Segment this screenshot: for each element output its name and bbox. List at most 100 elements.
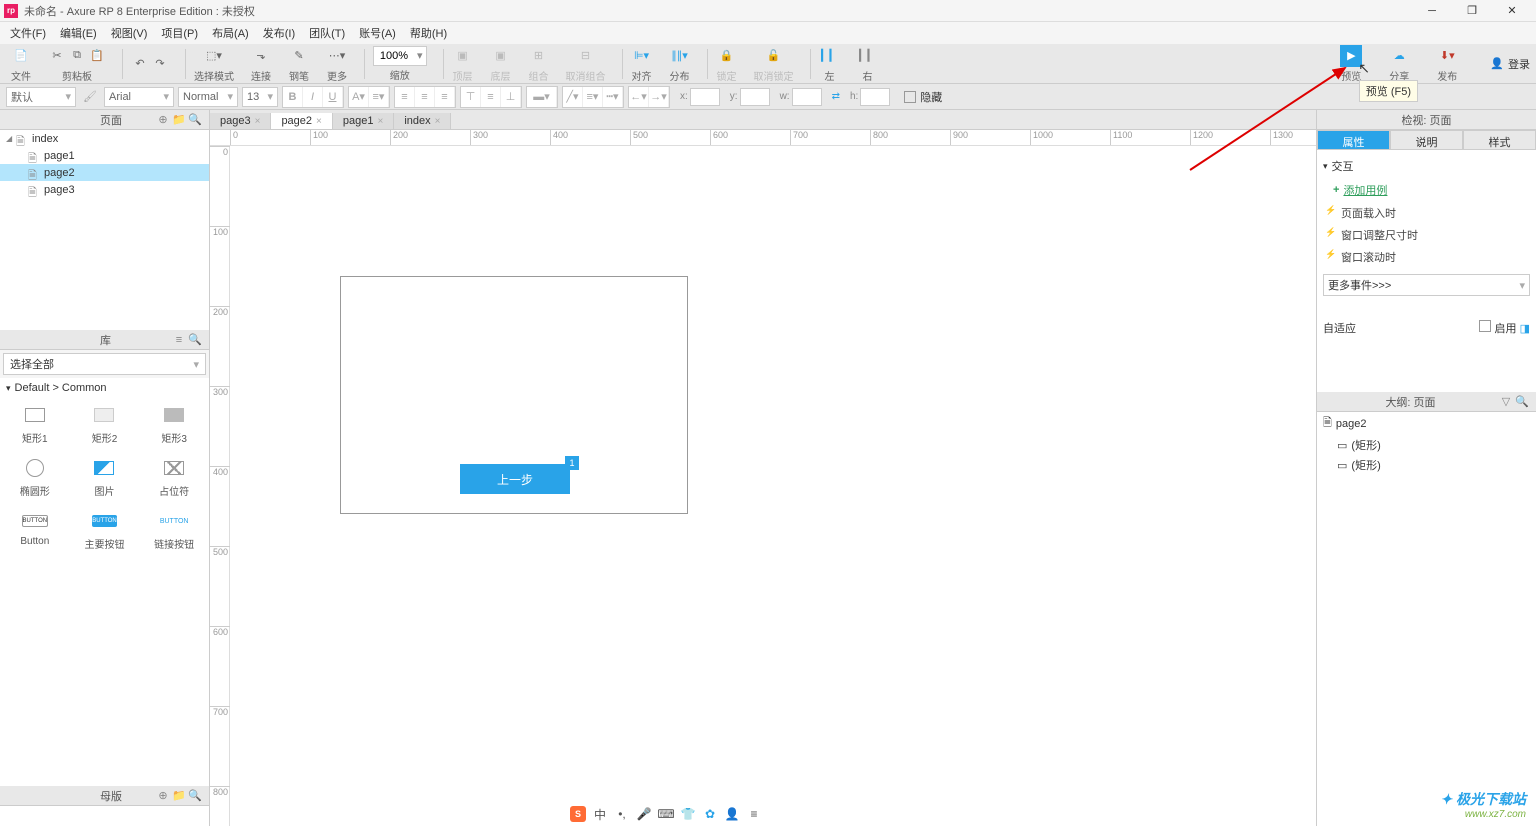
add-folder-icon[interactable]: 📁 [171, 112, 187, 128]
menu-project[interactable]: 项目(P) [157, 23, 202, 43]
tab-style[interactable]: 样式 [1463, 130, 1536, 150]
x-input[interactable] [690, 88, 720, 106]
file-icon[interactable]: 📄 [10, 45, 32, 67]
front-icon[interactable]: ▣ [452, 45, 474, 67]
h-input[interactable] [860, 88, 890, 106]
library-select[interactable]: 选择全部▾ [3, 353, 206, 375]
lib-rect2[interactable]: 矩形2 [70, 398, 140, 451]
close-button[interactable]: ✕ [1492, 0, 1532, 22]
halign-right-icon[interactable]: ≡ [435, 87, 455, 107]
menu-publish[interactable]: 发布(I) [259, 23, 299, 43]
paint-icon[interactable]: 🖌 [80, 87, 100, 107]
menu-view[interactable]: 视图(V) [107, 23, 152, 43]
tab-page2[interactable]: page2× [271, 113, 332, 129]
select-mode-icon[interactable]: ⬚▾ [203, 45, 225, 67]
canvas-button[interactable]: 上一步 [460, 464, 570, 494]
underline-icon[interactable]: U [323, 87, 343, 107]
outline-search-icon[interactable]: 🔍 [1514, 394, 1530, 410]
back-icon[interactable]: ▣ [490, 45, 512, 67]
group-icon[interactable]: ⊞ [528, 45, 550, 67]
lib-rect3[interactable]: 矩形3 [139, 398, 209, 451]
italic-icon[interactable]: I [303, 87, 323, 107]
library-category[interactable]: ▾Default > Common [0, 378, 209, 398]
event-resize[interactable]: 窗口调整尺寸时 [1323, 224, 1530, 246]
unlock-icon[interactable]: 🔓 [763, 45, 785, 67]
master-folder-icon[interactable]: 📁 [171, 788, 187, 804]
tab-properties[interactable]: 属性 [1317, 130, 1390, 150]
tree-page1[interactable]: 🗎page1 [0, 147, 209, 164]
weight-select[interactable]: Normal▾ [178, 87, 238, 107]
align-right-icon[interactable]: ▎▎ [857, 45, 879, 67]
w-input[interactable] [792, 88, 822, 106]
event-pageload[interactable]: 页面载入时 [1323, 202, 1530, 224]
lib-ellipse[interactable]: 椭圆形 [0, 451, 70, 504]
tab-page1[interactable]: page1× [333, 113, 394, 129]
tab-notes[interactable]: 说明 [1390, 130, 1463, 150]
tab-page3[interactable]: page3× [210, 113, 271, 129]
tree-page2[interactable]: 🗎page2 [0, 164, 209, 181]
outline-root[interactable]: 🗎page2 [1317, 412, 1536, 435]
tab-index[interactable]: index× [394, 113, 451, 129]
valign-mid-icon[interactable]: ≡ [481, 87, 501, 107]
align-left-icon[interactable]: ▎▎ [819, 45, 841, 67]
fill-icon[interactable]: ▬▾ [527, 87, 557, 107]
valign-top-icon[interactable]: ⊤ [461, 87, 481, 107]
copy-icon[interactable]: ⧉ [68, 47, 86, 65]
menu-layout[interactable]: 布局(A) [208, 23, 253, 43]
maximize-button[interactable]: ❐ [1452, 0, 1492, 22]
bold-icon[interactable]: B [283, 87, 303, 107]
outline-rect1[interactable]: ▭(矩形) [1317, 435, 1536, 455]
lineweight-icon[interactable]: ≡▾ [583, 87, 603, 107]
more-icon[interactable]: ⋯▾ [326, 45, 348, 67]
y-input[interactable] [740, 88, 770, 106]
master-search-icon[interactable]: 🔍 [187, 788, 203, 804]
adaptive-settings-icon[interactable]: ◨ [1520, 323, 1530, 335]
menu-help[interactable]: 帮助(H) [406, 23, 451, 43]
enable-checkbox[interactable] [1479, 320, 1491, 332]
halign-left-icon[interactable]: ≡ [395, 87, 415, 107]
lib-placeholder[interactable]: 占位符 [139, 451, 209, 504]
preview-button[interactable]: ▶ [1340, 45, 1362, 67]
style-select[interactable]: 默认▾ [6, 87, 76, 107]
arrow-end-icon[interactable]: →▾ [649, 87, 669, 107]
lib-image[interactable]: 图片 [70, 451, 140, 504]
pen-icon[interactable]: ✎ [288, 45, 310, 67]
undo-icon[interactable]: ↶ [131, 55, 149, 73]
add-master-icon[interactable]: ⊕ [155, 788, 171, 804]
arrow-start-icon[interactable]: ←▾ [629, 87, 649, 107]
minimize-button[interactable]: ─ [1412, 0, 1452, 22]
bullet-icon[interactable]: ≡▾ [369, 87, 389, 107]
distribute-icon[interactable]: ∥∥▾ [669, 45, 691, 67]
valign-bot-icon[interactable]: ⊥ [501, 87, 521, 107]
align-icon[interactable]: ⊫▾ [631, 45, 653, 67]
ungroup-icon[interactable]: ⊟ [575, 45, 597, 67]
line-icon[interactable]: ╱▾ [563, 87, 583, 107]
lib-primary-button[interactable]: BUTTON主要按钮 [70, 504, 140, 557]
halign-center-icon[interactable]: ≡ [415, 87, 435, 107]
tree-index[interactable]: ◢🗎index [0, 130, 209, 147]
menu-file[interactable]: 文件(F) [6, 23, 50, 43]
more-events-select[interactable]: 更多事件>>>▾ [1323, 274, 1530, 296]
textcolor-icon[interactable]: A▾ [349, 87, 369, 107]
lock-icon[interactable]: 🔒 [716, 45, 738, 67]
share-button[interactable]: ☁ [1388, 45, 1410, 67]
cut-icon[interactable]: ✂ [48, 47, 66, 65]
hidden-checkbox[interactable] [904, 91, 916, 103]
outline-filter-icon[interactable]: ▽ [1498, 394, 1514, 410]
search-pages-icon[interactable]: 🔍 [187, 112, 203, 128]
outline-rect2[interactable]: ▭(矩形) [1317, 455, 1536, 475]
lib-rect1[interactable]: 矩形1 [0, 398, 70, 451]
event-scroll[interactable]: 窗口滚动时 [1323, 246, 1530, 268]
add-case-link[interactable]: 添加用例 [1343, 182, 1387, 198]
redo-icon[interactable]: ↷ [151, 55, 169, 73]
add-page-icon[interactable]: ⊕ [155, 112, 171, 128]
paste-icon[interactable]: 📋 [88, 47, 106, 65]
lib-menu-icon[interactable]: ≡ [171, 332, 187, 348]
canvas[interactable]: 上一步 1 [230, 146, 1316, 826]
lib-button[interactable]: BUTTONButton [0, 504, 70, 557]
sogou-icon[interactable]: S [570, 806, 586, 822]
tree-page3[interactable]: 🗎page3 [0, 181, 209, 198]
lib-search-icon[interactable]: 🔍 [187, 332, 203, 348]
linestyle-icon[interactable]: ┅▾ [603, 87, 623, 107]
login-button[interactable]: 👤登录 [1490, 56, 1530, 72]
